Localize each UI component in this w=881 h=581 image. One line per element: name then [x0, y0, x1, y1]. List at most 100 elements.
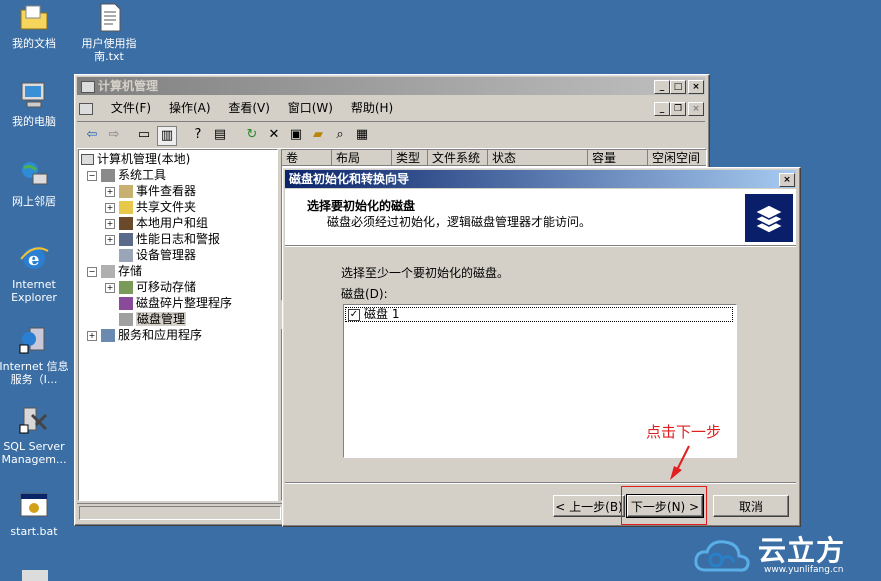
open-folder-icon[interactable]: ▰: [309, 126, 327, 144]
tree-defrag[interactable]: 磁盘碎片整理程序: [119, 295, 232, 311]
desktop-icon-partial[interactable]: [22, 570, 48, 581]
col-status[interactable]: 状态: [488, 150, 588, 166]
tree-root[interactable]: 计算机管理(本地): [81, 151, 190, 167]
child-close-button[interactable]: ×: [688, 102, 704, 116]
wizard-title-bar[interactable]: 磁盘初始化和转换向导: [285, 170, 796, 188]
collapse-icon[interactable]: −: [87, 170, 97, 181]
header-divider: [285, 246, 796, 247]
expand-icon[interactable]: +: [105, 234, 115, 245]
cancel-button[interactable]: 取消: [713, 495, 789, 517]
col-type[interactable]: 类型: [392, 150, 428, 166]
export-list-icon[interactable]: ▤: [211, 126, 229, 144]
desktop-icon-label: 网上邻居: [12, 195, 56, 208]
expand-icon[interactable]: +: [105, 282, 115, 293]
wizard-subheading: 磁盘必须经过初始化，逻辑磁盘管理器才能访问。: [327, 215, 592, 229]
tree-services-apps[interactable]: + 服务和应用程序: [87, 327, 202, 343]
desktop-icon-sql-server[interactable]: SQL Server Managem...: [0, 405, 71, 466]
tree-disk-management[interactable]: 磁盘管理: [119, 311, 187, 327]
tools-icon: [101, 169, 115, 182]
search-icon[interactable]: ⌕: [331, 126, 349, 144]
desktop-icon-label: Internet 信息服务（I...: [0, 360, 69, 386]
defrag-icon: [119, 297, 133, 310]
performance-icon: [119, 233, 133, 246]
disk-management-icon: [119, 313, 133, 326]
menu-action[interactable]: 操作(A): [169, 101, 211, 115]
folder-icon: [18, 2, 50, 34]
cloud-logo-icon: [694, 540, 750, 572]
tree-local-users[interactable]: + 本地用户和组: [105, 215, 208, 231]
desktop-icon-my-documents[interactable]: 我的文档: [0, 2, 71, 50]
wizard-title: 磁盘初始化和转换向导: [289, 172, 410, 186]
annotation-highlight-box: [621, 486, 707, 525]
col-capacity[interactable]: 容量: [588, 150, 648, 166]
status-pane: [79, 506, 281, 520]
expand-icon[interactable]: +: [105, 202, 115, 213]
expand-icon[interactable]: +: [105, 218, 115, 229]
show-hide-tree-icon[interactable]: ▥: [157, 126, 177, 146]
tree-system-tools[interactable]: − 系统工具: [87, 167, 166, 183]
desktop-icon-label: SQL Server Managem...: [1, 440, 67, 466]
disk-checkbox[interactable]: ✓: [348, 309, 360, 321]
disk-stack-icon: [745, 194, 793, 242]
child-restore-button[interactable]: ❐: [670, 102, 686, 116]
col-layout[interactable]: 布局: [332, 150, 392, 166]
computer-management-icon: [81, 80, 95, 93]
back-icon[interactable]: ⇦: [83, 126, 101, 144]
menu-help[interactable]: 帮助(H): [351, 101, 393, 115]
tree-device-manager[interactable]: 设备管理器: [119, 247, 196, 263]
wizard-close-button[interactable]: ×: [779, 173, 795, 187]
tree-perf-logs[interactable]: + 性能日志和警报: [105, 231, 220, 247]
menu-file[interactable]: 文件(F): [111, 101, 151, 115]
menu-view[interactable]: 查看(V): [228, 101, 270, 115]
batch-file-icon: [18, 490, 50, 522]
computer-icon: [18, 80, 50, 112]
ie-icon: e: [18, 243, 50, 275]
expand-icon[interactable]: +: [87, 330, 97, 341]
main-close-button[interactable]: ×: [688, 80, 704, 94]
desktop-icon-label: Internet Explorer: [11, 278, 57, 304]
properties-icon[interactable]: ▣: [287, 126, 305, 144]
desktop-icon-my-computer[interactable]: 我的电脑: [0, 80, 71, 128]
tree-event-viewer[interactable]: + 事件查看器: [105, 183, 196, 199]
disk-list-item[interactable]: ✓ 磁盘 1: [345, 307, 733, 322]
properties-help-icon[interactable]: ?: [189, 126, 207, 144]
refresh-icon[interactable]: ↻: [243, 126, 261, 144]
tree-removable-storage[interactable]: + 可移动存储: [105, 279, 196, 295]
network-icon: [18, 160, 50, 192]
delete-icon[interactable]: ✕: [265, 126, 283, 144]
services-icon: [101, 329, 115, 342]
col-free-space[interactable]: 空闲空间: [648, 150, 706, 166]
mmc-window-icon: [79, 102, 93, 115]
tree-shared-folders[interactable]: + 共享文件夹: [105, 199, 196, 215]
device-manager-icon: [119, 249, 133, 262]
desktop-icon-iis[interactable]: Internet 信息服务（I...: [0, 325, 71, 386]
main-minimize-button[interactable]: _: [654, 80, 670, 94]
disks-label: 磁盘(D):: [341, 287, 388, 301]
expand-icon[interactable]: +: [105, 186, 115, 197]
wizard-footer-divider: [285, 482, 796, 484]
annotation-text: 点击下一步: [646, 423, 722, 441]
desktop-icon-ie[interactable]: e Internet Explorer: [0, 243, 71, 304]
menu-bar: 文件(F) 操作(A) 查看(V) 窗口(W) 帮助(H): [79, 99, 699, 117]
desktop-icon-user-guide[interactable]: 用户使用指南.txt: [72, 2, 146, 63]
back-button[interactable]: < 上一步(B): [553, 495, 625, 517]
disk-settings-icon[interactable]: ▦: [353, 126, 371, 144]
up-level-icon[interactable]: ▭: [135, 126, 153, 144]
tree-storage[interactable]: − 存储: [87, 263, 142, 279]
col-filesystem[interactable]: 文件系统: [428, 150, 488, 166]
disk-init-wizard: 磁盘初始化和转换向导 × 选择要初始化的磁盘 磁盘必须经过初始化，逻辑磁盘管理器…: [282, 167, 801, 527]
desktop-icon-start-bat[interactable]: start.bat: [0, 490, 71, 538]
computer-management-icon: [81, 154, 94, 165]
desktop-icon-network-places[interactable]: 网上邻居: [0, 160, 71, 208]
main-maximize-button[interactable]: □: [670, 80, 686, 94]
child-minimize-button[interactable]: _: [654, 102, 670, 116]
menu-window[interactable]: 窗口(W): [288, 101, 333, 115]
desktop-icon-label: 用户使用指南.txt: [81, 37, 137, 63]
storage-icon: [101, 265, 115, 278]
collapse-icon[interactable]: −: [87, 266, 97, 277]
sql-server-icon: [18, 405, 50, 437]
col-volume[interactable]: 卷: [282, 150, 332, 166]
main-title-bar[interactable]: 计算机管理: [77, 77, 705, 95]
forward-icon[interactable]: ⇨: [105, 126, 123, 144]
shared-folder-icon: [119, 201, 133, 214]
